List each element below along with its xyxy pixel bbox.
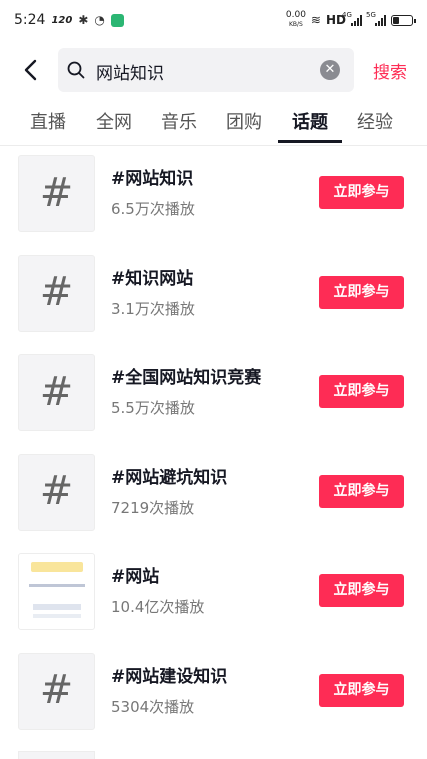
search-input[interactable]: 网站知识 ✕ (58, 48, 354, 92)
topic-title: #网站知识 (111, 169, 194, 189)
join-button[interactable]: 立即参与 (319, 176, 404, 209)
tab-topics[interactable]: 话题 (292, 108, 328, 134)
topic-play-count: 5304次播放 (111, 697, 195, 716)
signal-4g-icon: 4G (342, 11, 362, 26)
topic-thumbnail: # (18, 254, 95, 332)
join-button[interactable]: 立即参与 (319, 673, 404, 707)
topic-thumbnail: # (18, 354, 95, 432)
topic-play-count: 5.5万次播放 (111, 399, 195, 418)
search-icon (67, 61, 85, 79)
divider (0, 145, 427, 146)
list-item[interactable]: # #知识网站 3.1万次播放 立即参与 (0, 253, 427, 353)
topic-play-count: 10.4亿次播放 (111, 598, 205, 617)
thumbnail-preview (33, 604, 81, 611)
signal-5g-icon: 5G (366, 11, 386, 26)
bluetooth-icon: ✱ (78, 13, 89, 27)
search-button[interactable]: 搜索 (373, 58, 407, 83)
net-speed: 0.00 KB/S (285, 10, 306, 29)
hashtag-icon: # (39, 169, 74, 216)
topic-play-count: 6.5万次播放 (111, 200, 195, 218)
category-tabs: 直播 全网 音乐 团购 话题 经验 (0, 100, 427, 144)
notification-icon: ◔ (94, 13, 105, 27)
active-tab-indicator (278, 140, 342, 143)
search-row: 网站知识 ✕ 搜索 (0, 48, 427, 92)
tab-experience[interactable]: 经验 (357, 108, 393, 134)
tab-music[interactable]: 音乐 (161, 108, 197, 134)
list-item[interactable]: # #网站知识 6.5万次播放 立即参与 (0, 153, 427, 253)
topic-list: # #网站知识 6.5万次播放 立即参与 # #知识网站 3.1万次播放 立即参… (0, 153, 427, 751)
search-query: 网站知识 (96, 64, 164, 84)
battery-icon (391, 14, 416, 26)
tab-live[interactable]: 直播 (30, 108, 66, 134)
topic-thumbnail: # (18, 652, 95, 730)
tab-group-buy[interactable]: 团购 (226, 108, 262, 134)
join-button[interactable]: 立即参与 (319, 375, 404, 409)
join-button[interactable]: 立即参与 (319, 474, 404, 508)
hashtag-icon: # (39, 269, 74, 316)
topic-thumbnail-image (18, 553, 95, 631)
back-button[interactable] (20, 58, 44, 82)
thumbnail-banner (31, 562, 83, 573)
topic-title: #全国网站知识竞赛 (111, 368, 262, 389)
list-item[interactable]: #网站 10.4亿次播放 立即参与 (0, 551, 427, 651)
list-item[interactable]: # #全国网站知识竞赛 5.5万次播放 立即参与 (0, 352, 427, 452)
join-button[interactable]: 立即参与 (319, 574, 404, 608)
topic-play-count: 7219次播放 (111, 498, 195, 517)
status-time: 5:24 (14, 12, 46, 28)
chevron-left-icon (24, 59, 37, 81)
topic-title: #网站 (111, 567, 160, 588)
thumbnail-preview (33, 614, 81, 619)
hashtag-icon: # (39, 468, 74, 515)
list-item[interactable]: # #网站建设知识 5304次播放 立即参与 (0, 651, 427, 751)
tab-all[interactable]: 全网 (96, 108, 132, 134)
list-item[interactable]: # #网站避坑知识 7219次播放 立即参与 (0, 452, 427, 552)
topic-thumbnail (18, 751, 95, 759)
topic-play-count: 3.1万次播放 (111, 299, 195, 318)
topic-title: #网站避坑知识 (111, 467, 228, 488)
topic-thumbnail: # (18, 155, 95, 232)
app-icon (110, 13, 124, 27)
topic-thumbnail: # (18, 453, 95, 531)
topic-title: #知识网站 (111, 268, 194, 289)
hashtag-icon: # (39, 667, 74, 714)
status-speed: 120 (51, 14, 73, 26)
join-button[interactable]: 立即参与 (319, 275, 404, 309)
hashtag-icon: # (39, 368, 74, 415)
topic-title: #网站建设知识 (111, 666, 228, 687)
clear-icon[interactable]: ✕ (320, 60, 340, 80)
wifi-icon: ≋ (310, 13, 321, 27)
thumbnail-text-line (29, 584, 85, 588)
status-bar: 5:24 120 ✱ ◔ 0.00 KB/S ≋ HD 4G 5G (0, 0, 427, 40)
